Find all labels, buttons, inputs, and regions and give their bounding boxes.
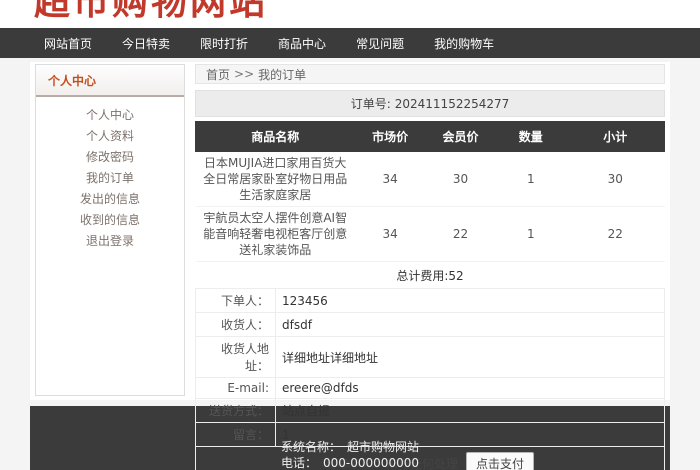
- sidebar-item-sent-messages[interactable]: 发出的信息: [36, 189, 184, 210]
- content-wrapper: 个人中心 个人中心 个人资料 修改密码 我的订单 发出的信息 收到的信息 退出登…: [30, 62, 670, 470]
- sidebar-item-personal-center[interactable]: 个人中心: [36, 105, 184, 126]
- email-value: ereere@dfds: [275, 377, 665, 399]
- sidebar-item-profile[interactable]: 个人资料: [36, 126, 184, 147]
- table-row: 下单人： 123456: [195, 288, 665, 313]
- order-number-value: 202411152254277: [394, 97, 510, 111]
- sidebar-item-logout[interactable]: 退出登录: [36, 231, 184, 252]
- member-price: 22: [425, 206, 496, 262]
- nav-item-cart[interactable]: 我的购物车: [434, 35, 494, 52]
- site-logo[interactable]: 超市购物网站: [34, 0, 268, 25]
- table-row: 日本MUJIA进口家用百货大全日常居家卧室好物日用品生活家庭家居 34 30 1…: [195, 151, 665, 207]
- nav-item-products[interactable]: 商品中心: [278, 35, 326, 52]
- col-header-product-name: 商品名称: [194, 121, 356, 152]
- col-header-quantity: 数量: [495, 121, 567, 152]
- delivery-method-value: 站点自提: [275, 398, 665, 423]
- product-name-link[interactable]: 日本MUJIA进口家用百货大全日常居家卧室好物日用品生活家庭家居: [195, 151, 355, 207]
- col-header-subtotal: 小计: [565, 121, 665, 152]
- consignee-value: dfsdf: [275, 312, 665, 337]
- pay-button[interactable]: 点击支付: [466, 452, 535, 470]
- page: 超市购物网站 网站首页 今日特卖 限时打折 商品中心 常见问题 我的购物车 个人…: [0, 0, 700, 470]
- market-price: 34: [354, 206, 426, 262]
- email-label: E-mail:: [195, 377, 276, 399]
- table-row: 送货方式： 站点自提: [195, 398, 665, 423]
- sidebar-item-change-password[interactable]: 修改密码: [36, 147, 184, 168]
- products-header-row: 商品名称 市场价 会员价 数量 小计: [194, 121, 665, 152]
- order-number-bar: 订单号: 202411152254277: [195, 90, 665, 117]
- sidebar-item-my-orders[interactable]: 我的订单: [36, 168, 184, 189]
- quantity: 1: [495, 206, 566, 262]
- orderer-label: 下单人：: [195, 288, 276, 313]
- order-details-table: 下单人： 123456 收货人： dfsdf 收货人地址： 详细地址详细地址 E…: [195, 288, 665, 470]
- products-table: 商品名称 市场价 会员价 数量 小计 日本MUJIA进口家用百货大全日常居家卧室…: [194, 121, 665, 262]
- delivery-method-label: 送货方式：: [195, 398, 276, 423]
- quantity: 1: [495, 151, 566, 207]
- table-row: 收货人地址： 详细地址详细地址: [195, 336, 665, 378]
- main-panel: 首页 >> 我的订单 订单号: 202411152254277 商品名称 市场价 …: [194, 64, 665, 470]
- table-row: E-mail: ereere@dfds: [195, 377, 665, 399]
- breadcrumb-current: 我的订单: [258, 67, 307, 82]
- main-nav: 网站首页 今日特卖 限时打折 商品中心 常见问题 我的购物车: [0, 28, 700, 58]
- order-number-label: 订单号:: [350, 97, 391, 111]
- subtotal: 22: [565, 206, 665, 262]
- sidebar-item-received-messages[interactable]: 收到的信息: [36, 210, 184, 231]
- consignee-label: 收货人：: [195, 312, 276, 337]
- orderer-value: 123456: [275, 288, 665, 313]
- top-header: 超市购物网站: [0, 0, 700, 28]
- total-cost: 总计费用:52: [396, 269, 464, 283]
- order-status-row: 订单状态：未作任何处理 点击支付: [195, 446, 665, 470]
- address-value: 详细地址详细地址: [275, 336, 665, 378]
- nav-item-flash-sale[interactable]: 限时打折: [200, 35, 248, 52]
- breadcrumb-home-link[interactable]: 首页: [206, 66, 230, 83]
- product-name-link[interactable]: 宇航员太空人摆件创意AI智能音响轻奢电视柜客厅创意送礼家装饰品: [195, 206, 355, 262]
- nav-item-home[interactable]: 网站首页: [44, 35, 92, 52]
- breadcrumb-separator: >>: [234, 67, 255, 81]
- market-price: 34: [354, 151, 426, 207]
- sidebar-list: 个人中心 个人资料 修改密码 我的订单 发出的信息 收到的信息 退出登录: [36, 97, 184, 252]
- sidebar-title: 个人中心: [36, 65, 184, 97]
- sidebar: 个人中心 个人中心 个人资料 修改密码 我的订单 发出的信息 收到的信息 退出登…: [35, 64, 185, 396]
- table-row: 宇航员太空人摆件创意AI智能音响轻奢电视柜客厅创意送礼家装饰品 34 22 1 …: [195, 206, 665, 262]
- remark-label: 留言：: [195, 422, 276, 447]
- table-row: 收货人： dfsdf: [195, 312, 665, 337]
- breadcrumb: 首页 >> 我的订单: [195, 64, 665, 84]
- address-label: 收货人地址：: [195, 336, 276, 378]
- subtotal: 30: [565, 151, 665, 207]
- col-header-market-price: 市场价: [354, 121, 426, 152]
- table-row: 留言： 1: [195, 422, 665, 447]
- member-price: 30: [425, 151, 496, 207]
- nav-item-daily-deals[interactable]: 今日特卖: [122, 35, 170, 52]
- col-header-member-price: 会员价: [424, 121, 497, 152]
- nav-item-faq[interactable]: 常见问题: [356, 35, 404, 52]
